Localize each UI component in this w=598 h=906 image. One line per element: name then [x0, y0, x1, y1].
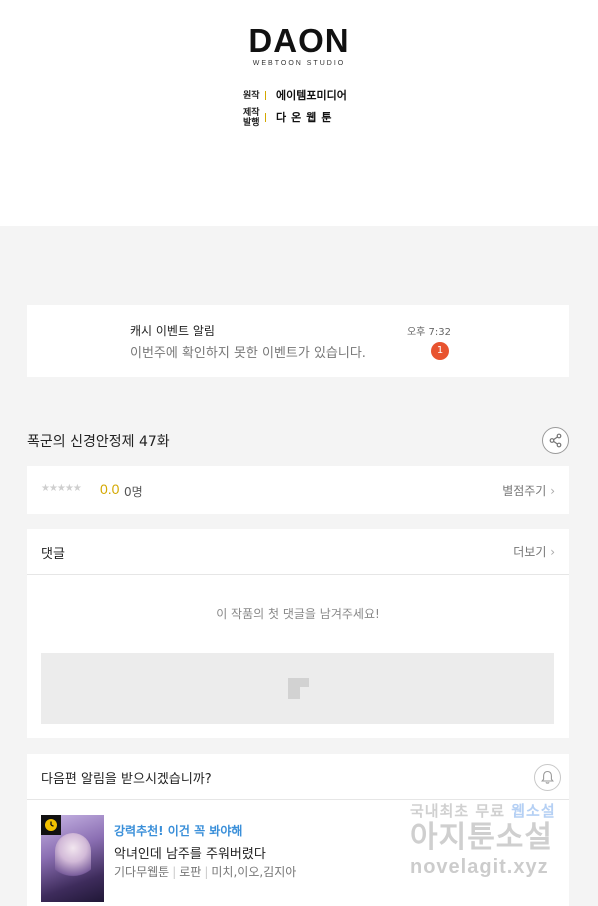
rating-panel: ★★★★★ 0.0 0명 별점주기 › — [27, 466, 569, 514]
recommendation-genre: 로판 — [179, 865, 202, 879]
rate-button-label: 별점주기 — [502, 484, 547, 498]
recommendation-title[interactable]: 악녀인데 남주를 주워버렸다 — [114, 843, 266, 862]
comment-placeholder-icon — [288, 678, 309, 699]
watermark-line2: 아지툰소설 — [410, 820, 553, 855]
studio-logo: DAON WEBTOON STUDIO — [244, 22, 354, 68]
watermark-line1-accent: 웹소설 — [511, 802, 556, 820]
recommendation-category: 기다무웹툰 — [114, 865, 170, 879]
share-icon — [549, 433, 562, 448]
comments-title: 댓글 — [41, 547, 65, 562]
credit-production-label-2: 발행 — [243, 117, 260, 127]
rate-button[interactable]: 별점주기 › — [502, 482, 555, 499]
notify-bell-button[interactable] — [534, 764, 561, 791]
credit-production: 제작 발행 다온웹툰 — [243, 107, 336, 127]
next-episode-prompt: 다음편 알림을 받으시겠습니까? — [41, 772, 212, 787]
rating-stars: ★★★★★ — [41, 483, 82, 494]
cash-event-notification[interactable]: 캐시 이벤트 알림 이번주에 확인하지 못한 이벤트가 있습니다. 오후 7:3… — [27, 305, 569, 377]
credit-production-value: 다온웹툰 — [276, 112, 337, 124]
recommendation-tag: 강력추천! 이건 꼭 봐야해 — [114, 824, 243, 838]
share-button[interactable] — [542, 427, 569, 454]
wait-free-badge — [41, 815, 61, 835]
watermark-line1: 국내최초 무료 웹소설 — [410, 800, 590, 821]
credit-divider — [265, 90, 266, 100]
credits-panel: DAON WEBTOON STUDIO 원작 에이템포미디어 제작 발행 다온웹… — [0, 0, 598, 226]
credit-original-value: 에이템포미디어 — [276, 90, 347, 102]
comments-panel: 댓글 더보기 › 이 작품의 첫 댓글을 남겨주세요! — [27, 529, 569, 738]
bell-icon — [541, 770, 554, 784]
recommendation-authors: 미치,이오,김지아 — [211, 865, 297, 879]
next-episode-header: 다음편 알림을 받으시겠습니까? — [27, 754, 569, 800]
rating-score: 0.0 — [100, 481, 120, 497]
credit-divider — [265, 112, 266, 122]
notification-title: 캐시 이벤트 알림 — [130, 324, 215, 338]
recommendation-thumbnail[interactable] — [41, 815, 104, 902]
comments-empty-message: 이 작품의 첫 댓글을 남겨주세요! — [216, 607, 380, 621]
rating-count: 0명 — [124, 485, 143, 499]
notification-body: 이번주에 확인하지 못한 이벤트가 있습니다. — [130, 346, 366, 361]
comments-more-label: 더보기 — [513, 545, 547, 559]
credit-production-label-1: 제작 — [243, 107, 260, 117]
watermark-line1-prefix: 국내최초 무료 — [410, 802, 512, 820]
credit-original: 원작 에이템포미디어 — [243, 87, 347, 103]
logo-tagline: WEBTOON STUDIO — [252, 60, 346, 67]
credit-production-label: 제작 발행 — [243, 107, 261, 127]
clock-icon — [45, 819, 57, 831]
chevron-right-icon: › — [550, 545, 555, 559]
meta-divider: | — [204, 865, 209, 879]
meta-divider: | — [172, 865, 177, 879]
notification-badge: 1 — [431, 342, 449, 360]
comment-input-area[interactable] — [41, 653, 554, 724]
watermark-url: novelagit.xyz — [410, 856, 549, 878]
episode-title: 폭군의 신경안정제 47화 — [27, 434, 170, 450]
thumbnail-artwork — [55, 833, 91, 883]
comments-header: 댓글 더보기 › — [27, 529, 569, 575]
logo-wordmark: DAON — [248, 22, 350, 59]
recommendation-meta: 기다무웹툰 | 로판 | 미치,이오,김지아 — [114, 863, 296, 880]
comments-more-button[interactable]: 더보기 › — [513, 543, 555, 560]
chevron-right-icon: › — [550, 484, 555, 498]
credit-original-label: 원작 — [243, 90, 260, 100]
site-watermark: 국내최초 무료 웹소설 아지툰소설 novelagit.xyz — [410, 800, 590, 879]
notification-time: 오후 7:32 — [406, 327, 451, 338]
